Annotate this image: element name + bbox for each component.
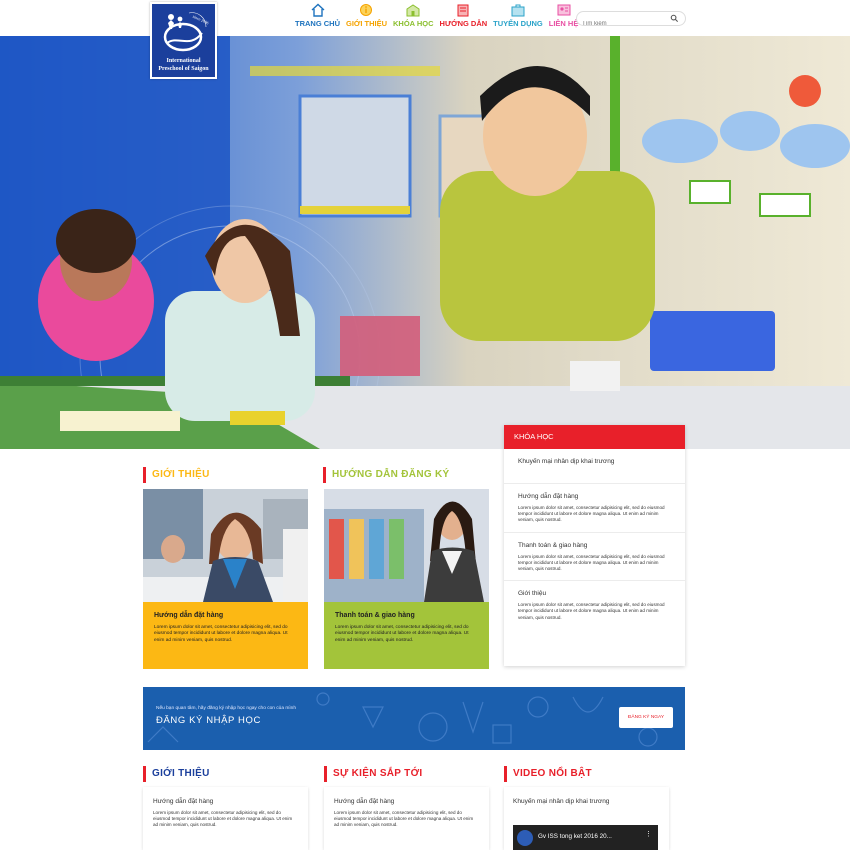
course-item-text: Lorem ipsum dolor sit amet, consectetur … [518, 602, 665, 620]
card-title: Hướng dẫn đặt hàng [334, 798, 395, 805]
video-player[interactable]: Gv ISS tong ket 2016 20... ⋮ [513, 825, 658, 850]
course-item[interactable]: Khuyến mại nhân dịp khai trương [504, 449, 685, 484]
nav-item-jobs[interactable]: TUYỂN DỤNG [490, 3, 546, 33]
card-text: Lorem ipsum dolor sit amet, consectetur … [153, 810, 293, 828]
school-icon [406, 4, 420, 17]
course-item-title: Thanh toán & giao hàng [518, 541, 588, 549]
card-title: Hướng dẫn đặt hàng [153, 798, 214, 805]
banner-heading: ĐĂNG KÝ NHẬP HỌC [156, 715, 261, 726]
contact-icon [557, 4, 571, 16]
logo-name-line2: Preschool of Saigon [158, 66, 209, 72]
guide-section-title: HƯỚNG DẪN ĐĂNG KÝ [323, 467, 449, 483]
events-card[interactable]: Hướng dẫn đặt hàng Lorem ipsum dolor sit… [324, 787, 489, 850]
page: TRANG CHỦ GIỚI THIỆU KHÓA HỌC HƯỚNG DẪN … [0, 0, 850, 850]
header: TRANG CHỦ GIỚI THIỆU KHÓA HỌC HƯỚNG DẪN … [0, 0, 850, 36]
card-title: Thanh toán & giao hàng [335, 612, 415, 619]
course-item-title: Hướng dẫn đặt hàng [518, 493, 579, 500]
course-item[interactable]: Giới thiệu Lorem ipsum dolor sit amet, c… [504, 581, 685, 629]
bottom-intro-title: GIỚI THIỆU [143, 766, 210, 782]
intro-section-title: GIỚI THIỆU [143, 467, 210, 483]
course-item-title: Giới thiệu [518, 590, 547, 598]
info-icon [360, 4, 373, 16]
nav-item-about[interactable]: GIỚI THIỆU [343, 3, 390, 33]
course-item-title: Khuyến mại nhân dịp khai trương [518, 458, 615, 465]
nav-label: TUYỂN DỤNG [493, 19, 543, 28]
site-logo[interactable]: since 2006 International Preschool of Sa… [150, 2, 217, 79]
intro-card[interactable]: Hướng dẫn đặt hàng Lorem ipsum dolor sit… [143, 489, 308, 669]
guide-card-body: Thanh toán & giao hàng Lorem ipsum dolor… [324, 602, 489, 669]
card-text: Lorem ipsum dolor sit amet, consectetur … [334, 810, 474, 828]
card-text: Lorem ipsum dolor sit amet, consectetur … [335, 625, 469, 643]
course-item[interactable]: Hướng dẫn đặt hàng Lorem ipsum dolor sit… [504, 484, 685, 533]
hero-classroom-photo [0, 36, 850, 449]
guide-card[interactable]: Thanh toán & giao hàng Lorem ipsum dolor… [324, 489, 489, 669]
bottom-intro-card[interactable]: Hướng dẫn đặt hàng Lorem ipsum dolor sit… [143, 787, 308, 850]
hero-banner [0, 36, 850, 449]
card-text: Lorem ipsum dolor sit amet, consectetur … [154, 625, 288, 643]
register-now-button[interactable]: ĐĂNG KÝ NGAY [619, 707, 673, 728]
courses-panel-title: KHÓA HỌC [504, 425, 685, 449]
globe-logo-icon: since 2006 [163, 12, 209, 52]
nav-label: KHÓA HỌC [392, 19, 434, 28]
student-photo [324, 489, 489, 602]
course-item[interactable]: Thanh toán & giao hàng Lorem ipsum dolor… [504, 533, 685, 582]
events-title: SỰ KIỆN SẮP TỚI [324, 766, 423, 782]
courses-panel: KHÓA HỌC Khuyến mại nhân dịp khai trương… [504, 425, 685, 666]
video-title: VIDEO NỔI BẬT [504, 766, 592, 782]
register-banner: Nếu bạn quan tâm, hãy đăng ký nhập học n… [143, 687, 685, 750]
search-input[interactable] [577, 17, 665, 31]
main-nav: TRANG CHỦ GIỚI THIỆU KHÓA HỌC HƯỚNG DẪN … [292, 3, 581, 33]
intro-card-body: Hướng dẫn đặt hàng Lorem ipsum dolor sit… [143, 602, 308, 669]
nav-label: GIỚI THIỆU [346, 19, 387, 28]
home-icon [311, 3, 324, 17]
nav-item-courses[interactable]: KHÓA HỌC [390, 3, 437, 33]
course-item-text: Lorem ipsum dolor sit amet, consectetur … [518, 505, 665, 523]
course-item-text: Lorem ipsum dolor sit amet, consectetur … [518, 553, 665, 572]
video-label: Gv ISS tong ket 2016 20... [538, 833, 612, 840]
nav-item-guide[interactable]: HƯỚNG DẪN [437, 3, 491, 33]
nav-item-home[interactable]: TRANG CHỦ [292, 3, 343, 33]
nav-label: HƯỚNG DẪN [439, 19, 488, 28]
card-title: Hướng dẫn đặt hàng [154, 612, 224, 619]
nav-label: TRANG CHỦ [295, 19, 340, 28]
video-card: Khuyến mại nhân dịp khai trương Gv ISS t… [504, 787, 669, 850]
video-card-title: Khuyến mại nhân dịp khai trương [513, 798, 610, 805]
search-box [576, 11, 686, 31]
student-photo [143, 489, 308, 602]
book-icon [457, 4, 469, 17]
banner-subtext: Nếu bạn quan tâm, hãy đăng ký nhập học n… [156, 706, 297, 711]
nav-label: LIÊN HỆ [548, 19, 579, 28]
logo-name-line1: International [166, 58, 201, 64]
briefcase-icon [511, 4, 525, 17]
search-icon[interactable] [670, 14, 679, 23]
channel-avatar [517, 830, 533, 846]
more-icon[interactable]: ⋮ [645, 830, 652, 838]
